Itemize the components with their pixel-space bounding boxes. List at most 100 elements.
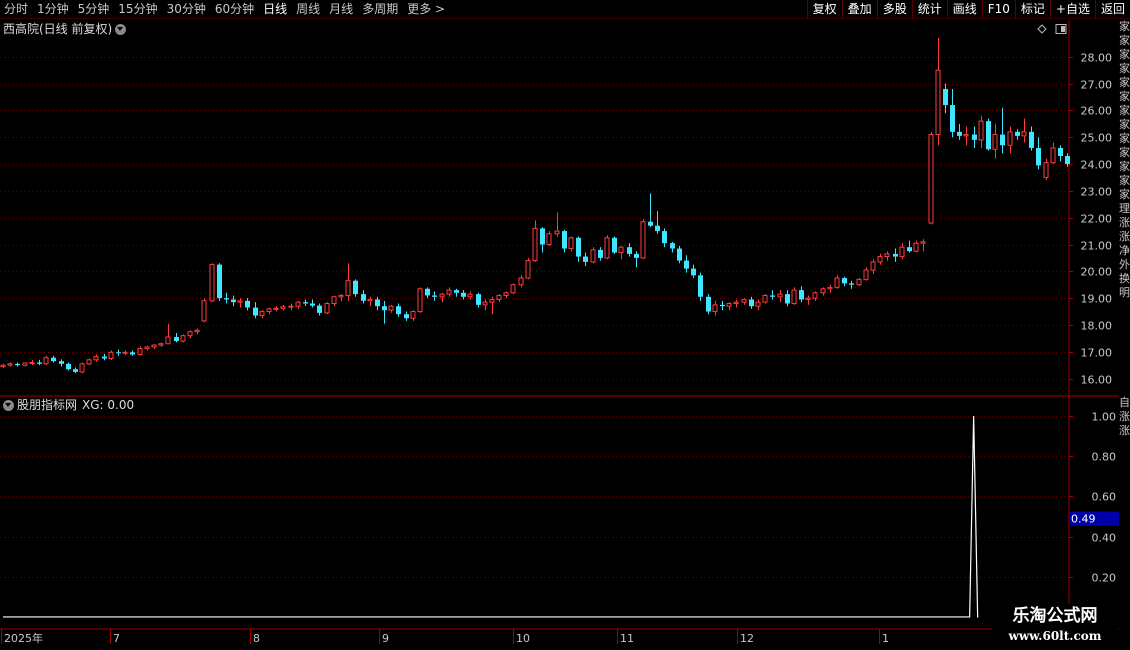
candle-body-up	[777, 293, 783, 298]
candle-body-up	[331, 296, 337, 304]
candle-body-up	[180, 335, 186, 342]
indicator-tick-label: 0.20	[1092, 572, 1117, 585]
candle-body-down	[799, 290, 804, 300]
candle-body-up	[446, 289, 452, 295]
candle-body-down	[224, 298, 229, 300]
candle-body-up	[259, 311, 265, 317]
price-tick-label: 21.00	[1081, 240, 1113, 253]
candle-body-up	[295, 301, 301, 307]
candle-body-up	[856, 278, 862, 286]
chevron-down-icon[interactable]	[3, 399, 14, 411]
strip-char: 涨	[1119, 230, 1130, 243]
candle-body-down	[66, 363, 71, 370]
candle-body-up	[604, 237, 610, 259]
strip-char: 家	[1119, 76, 1130, 89]
candle-body-up	[510, 284, 516, 294]
candle-body-up	[496, 294, 502, 300]
strip-char: 家	[1119, 174, 1130, 187]
strip-char: 家	[1119, 34, 1130, 47]
candle-body-down	[612, 237, 617, 253]
candle-body-down	[972, 134, 977, 140]
strip-char: 家	[1119, 104, 1130, 117]
candle-body-up	[805, 297, 811, 300]
candle-body-down	[785, 294, 790, 304]
indicator-value-label: XG: 0.00	[82, 398, 135, 412]
candle-body-up	[827, 286, 833, 290]
time-axis-label: 11	[620, 632, 634, 645]
chart-canvas[interactable]: 16.00 17.00 18.00 19.00 20.00 21.00 22.00 23.00…	[0, 0, 1130, 650]
candle-body-down	[749, 299, 754, 307]
candle-body-down	[684, 260, 689, 269]
candle-body-up	[762, 294, 768, 303]
watermark: 乐淘公式网 www.60lt.com	[992, 604, 1118, 648]
strip-char: 家	[1119, 48, 1130, 61]
candle-body-up	[122, 351, 128, 354]
strip-char: 家	[1119, 62, 1130, 75]
candle-body-down	[677, 248, 682, 261]
price-tick-label: 22.00	[1081, 213, 1113, 226]
candle-body-down	[562, 231, 567, 249]
candle-body-up	[137, 348, 143, 355]
candle-body-up	[928, 134, 934, 224]
candle-body-down	[986, 121, 991, 150]
candle-body-down	[670, 243, 675, 249]
candle-body-up	[963, 134, 969, 137]
panel-toggle-icon-fill	[1061, 26, 1065, 32]
candle-body-up	[978, 120, 984, 141]
candle-body-up	[439, 293, 445, 298]
candle-body-down	[461, 292, 466, 297]
candle-body-down	[317, 305, 322, 313]
candle-body-up	[158, 343, 164, 346]
price-tick-label: 27.00	[1081, 79, 1113, 92]
indicator-tick-label: 0.80	[1092, 451, 1117, 464]
strip-spacer	[1119, 300, 1130, 396]
main-panel-header: 西高院(日线 前复权)	[0, 21, 129, 37]
candle-body-up	[546, 233, 552, 245]
candle-body-up	[324, 303, 330, 314]
main-panel-title: 西高院(日线 前复权)	[3, 22, 113, 36]
candle-body-up	[273, 307, 279, 310]
candle-body-down	[245, 300, 250, 308]
time-axis-label: 9	[382, 632, 389, 645]
candle-body-up	[712, 304, 718, 313]
time-axis-label: 1	[882, 632, 889, 645]
candle-body-up	[86, 359, 92, 365]
xg-line	[3, 416, 979, 618]
strip-char: 理	[1119, 202, 1130, 215]
time-axis-label: 10	[516, 632, 530, 645]
candle-body-down	[634, 253, 639, 258]
candle-body-down	[454, 290, 459, 293]
candle-body-up	[741, 298, 747, 303]
candle-body-down	[353, 280, 358, 295]
candle-body-up	[237, 300, 243, 303]
candle-body-up	[187, 331, 193, 337]
strip-char: 净	[1119, 244, 1130, 257]
diamond-icon	[1037, 24, 1047, 34]
candle-body-down	[361, 294, 366, 301]
strip-char: 家	[1119, 188, 1130, 201]
strip-char: 家	[1119, 90, 1130, 103]
candle-body-up	[7, 363, 13, 366]
candle-body-down	[1036, 147, 1041, 166]
candle-body-up	[194, 329, 200, 333]
candle-body-down	[943, 88, 948, 106]
candle-body-down	[73, 369, 78, 372]
strip-char: 换	[1119, 272, 1130, 285]
candle-body-up	[489, 298, 495, 303]
candle-body-up	[209, 264, 215, 302]
strip-char: 家	[1119, 132, 1130, 145]
watermark-title: 乐淘公式网	[1012, 606, 1098, 626]
candle-body-up	[388, 305, 394, 311]
candle-body-up	[834, 277, 840, 288]
candle-body-up	[733, 301, 739, 304]
candle-body-down	[698, 275, 703, 297]
chevron-down-icon[interactable]	[115, 23, 127, 35]
candle-body-down	[576, 237, 581, 257]
candle-body-up	[618, 246, 624, 254]
candle-body-up	[726, 303, 732, 307]
candle-body-up	[590, 249, 596, 263]
candle-body-up	[417, 288, 423, 313]
candle-body-up	[503, 292, 509, 296]
candle-body-up	[22, 362, 28, 366]
candle-body-down	[116, 352, 121, 354]
